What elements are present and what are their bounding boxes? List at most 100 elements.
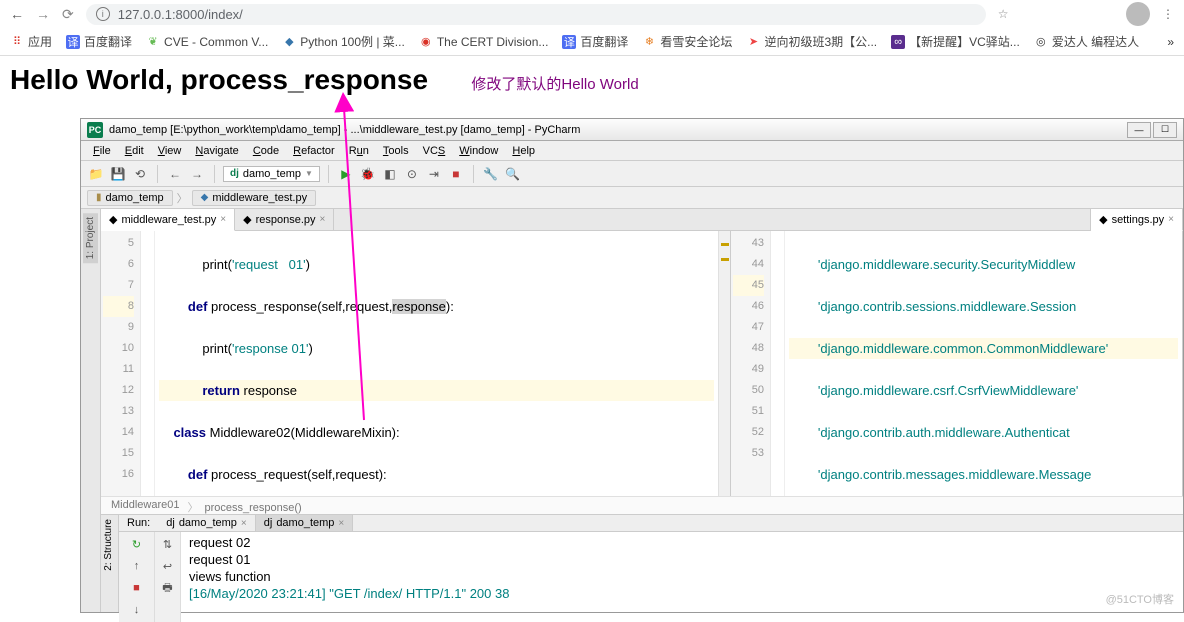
kebab-menu-icon[interactable]: ⋮ <box>1162 7 1174 21</box>
save-icon[interactable]: 💾 <box>109 165 127 183</box>
run-tool-window: 2: Structure Run: djdamo_temp× djdamo_te… <box>101 514 1183 612</box>
console-output[interactable]: request 02 request 01 views function [16… <box>181 532 1183 622</box>
back-icon[interactable]: ← <box>10 6 24 22</box>
bookmark-cert[interactable]: ◉The CERT Division... <box>419 35 549 49</box>
watermark: @51CTO博客 <box>1106 591 1174 607</box>
bookmark-python100[interactable]: ◆Python 100例 | 菜... <box>282 33 405 50</box>
main-menu: File Edit View Navigate Code Refactor Ru… <box>81 141 1183 161</box>
menu-run[interactable]: Run <box>343 143 375 159</box>
arrow-icon: ➤ <box>746 35 760 49</box>
tab-settings[interactable]: ◆settings.py× <box>1091 209 1183 231</box>
menu-window[interactable]: Window <box>453 143 504 159</box>
window-title: damo_temp [E:\python_work\temp\damo_temp… <box>109 124 580 136</box>
menu-refactor[interactable]: Refactor <box>287 143 341 159</box>
forward-icon[interactable]: → <box>36 6 50 22</box>
vs-icon: ∞ <box>891 35 905 49</box>
menu-code[interactable]: Code <box>247 143 285 159</box>
window-titlebar[interactable]: PC damo_temp [E:\python_work\temp\damo_t… <box>81 119 1183 141</box>
apps-grid-icon: ⠿ <box>10 35 24 49</box>
open-icon[interactable]: 📁 <box>87 165 105 183</box>
nav-fwd-icon[interactable]: → <box>188 165 206 183</box>
menu-file[interactable]: File <box>87 143 117 159</box>
menu-tools[interactable]: Tools <box>377 143 415 159</box>
stop-button[interactable]: ■ <box>447 165 465 183</box>
rerun-icon[interactable]: ↻ <box>129 536 145 552</box>
settings-icon[interactable]: 🔧 <box>482 165 500 183</box>
close-icon[interactable]: × <box>220 214 226 225</box>
bookmark-aidaren[interactable]: ◎爱达人 编程达人 <box>1034 33 1139 50</box>
django-icon: dj <box>166 517 175 529</box>
profiler-icon[interactable]: ⊙ <box>403 165 421 183</box>
tab-middleware-test[interactable]: ◆middleware_test.py× <box>101 209 235 231</box>
target-icon: ◎ <box>1034 35 1048 49</box>
run-label: Run: <box>119 517 158 529</box>
profile-avatar[interactable] <box>1126 2 1150 26</box>
coverage-icon[interactable]: ◧ <box>381 165 399 183</box>
nav-breadcrumb: ▮damo_temp 〉 ◆middleware_test.py <box>81 187 1183 209</box>
toolbar: 📁 💾 ⟲ ← → dj damo_temp ▼ ▶ 🐞 ◧ ⊙ ⇥ ■ 🔧 🔍 <box>81 161 1183 187</box>
crumb-file[interactable]: ◆middleware_test.py <box>192 190 316 206</box>
filter-icon[interactable]: ⇅ <box>160 536 176 552</box>
minimize-button[interactable]: — <box>1127 122 1151 138</box>
editor-right[interactable]: 4344454647484950515253 'django.middlewar… <box>731 231 1183 496</box>
gutter: 5678910111213141516 <box>101 231 141 496</box>
close-icon[interactable]: × <box>320 214 326 225</box>
apps-shortcut[interactable]: ⠿应用 <box>10 33 52 50</box>
python-file-icon: ◆ <box>109 213 117 226</box>
bookmark-cve[interactable]: ❦CVE - Common V... <box>146 35 268 49</box>
bookmark-nixiang[interactable]: ➤逆向初级班3期【公... <box>746 33 877 50</box>
marker-bar[interactable] <box>718 231 730 496</box>
nav-back-icon[interactable]: ← <box>166 165 184 183</box>
address-bar[interactable]: i 127.0.0.1:8000/index/ <box>86 4 986 25</box>
fanyi-icon: 译 <box>562 35 576 49</box>
bookmark-xtd[interactable]: ∞【新提醒】VC驿站... <box>891 33 1020 50</box>
menu-vcs[interactable]: VCS <box>417 143 452 159</box>
stop-icon[interactable]: ■ <box>129 580 145 596</box>
editor-left[interactable]: 5678910111213141516 print('request 01') … <box>101 231 731 496</box>
wrap-icon[interactable]: ↩ <box>160 558 176 574</box>
structure-tool-tab[interactable]: 2: Structure <box>101 515 116 575</box>
menu-help[interactable]: Help <box>506 143 541 159</box>
code-area[interactable]: print('request 01') def process_response… <box>155 231 718 496</box>
maximize-button[interactable]: ☐ <box>1153 122 1177 138</box>
up-icon[interactable]: ↑ <box>129 558 145 574</box>
down-icon[interactable]: ↓ <box>129 602 145 618</box>
snow-icon: ❄ <box>642 35 656 49</box>
site-info-icon[interactable]: i <box>96 7 110 21</box>
bookmark-baidu-translate-2[interactable]: 译百度翻译 <box>562 33 628 50</box>
python-file-icon: ◆ <box>243 213 251 226</box>
attach-icon[interactable]: ⇥ <box>425 165 443 183</box>
bookmark-baidu-translate[interactable]: 译百度翻译 <box>66 33 132 50</box>
run-tab-1[interactable]: djdamo_temp× <box>158 515 256 531</box>
tab-response[interactable]: ◆response.py× <box>235 209 334 230</box>
code-area[interactable]: 'django.middleware.security.SecurityMidd… <box>785 231 1182 496</box>
page-heading: Hello World, process_response <box>10 64 428 95</box>
project-tool-tab[interactable]: 1: Project <box>83 213 98 263</box>
search-icon[interactable]: 🔍 <box>504 165 522 183</box>
debug-button[interactable]: 🐞 <box>359 165 377 183</box>
run-config-selector[interactable]: dj damo_temp ▼ <box>223 166 320 182</box>
print-icon[interactable]: 🖶 <box>160 580 176 596</box>
sync-icon[interactable]: ⟲ <box>131 165 149 183</box>
reload-icon[interactable]: ⟳ <box>62 6 74 23</box>
run-button[interactable]: ▶ <box>337 165 355 183</box>
python-icon: ◆ <box>282 35 296 49</box>
structure-breadcrumb[interactable]: Middleware01 process_response() <box>101 496 1183 514</box>
menu-edit[interactable]: Edit <box>119 143 150 159</box>
fanyi-icon: 译 <box>66 35 80 49</box>
close-icon[interactable]: × <box>241 518 247 529</box>
url-text: 127.0.0.1:8000/index/ <box>118 7 243 22</box>
python-file-icon: ◆ <box>201 192 209 203</box>
menu-navigate[interactable]: Navigate <box>189 143 244 159</box>
close-icon[interactable]: × <box>338 518 344 529</box>
pycharm-icon: PC <box>87 122 103 138</box>
star-icon[interactable]: ☆ <box>998 7 1009 21</box>
menu-view[interactable]: View <box>152 143 188 159</box>
close-icon[interactable]: × <box>1168 214 1174 225</box>
run-tab-2[interactable]: djdamo_temp× <box>256 515 354 531</box>
python-file-icon: ◆ <box>1099 213 1107 226</box>
crumb-root[interactable]: ▮damo_temp <box>87 190 173 206</box>
django-icon: dj <box>264 517 273 529</box>
bookmark-kanxue[interactable]: ❄看雪安全论坛 <box>642 33 732 50</box>
bookmarks-overflow[interactable]: » <box>1167 35 1174 49</box>
